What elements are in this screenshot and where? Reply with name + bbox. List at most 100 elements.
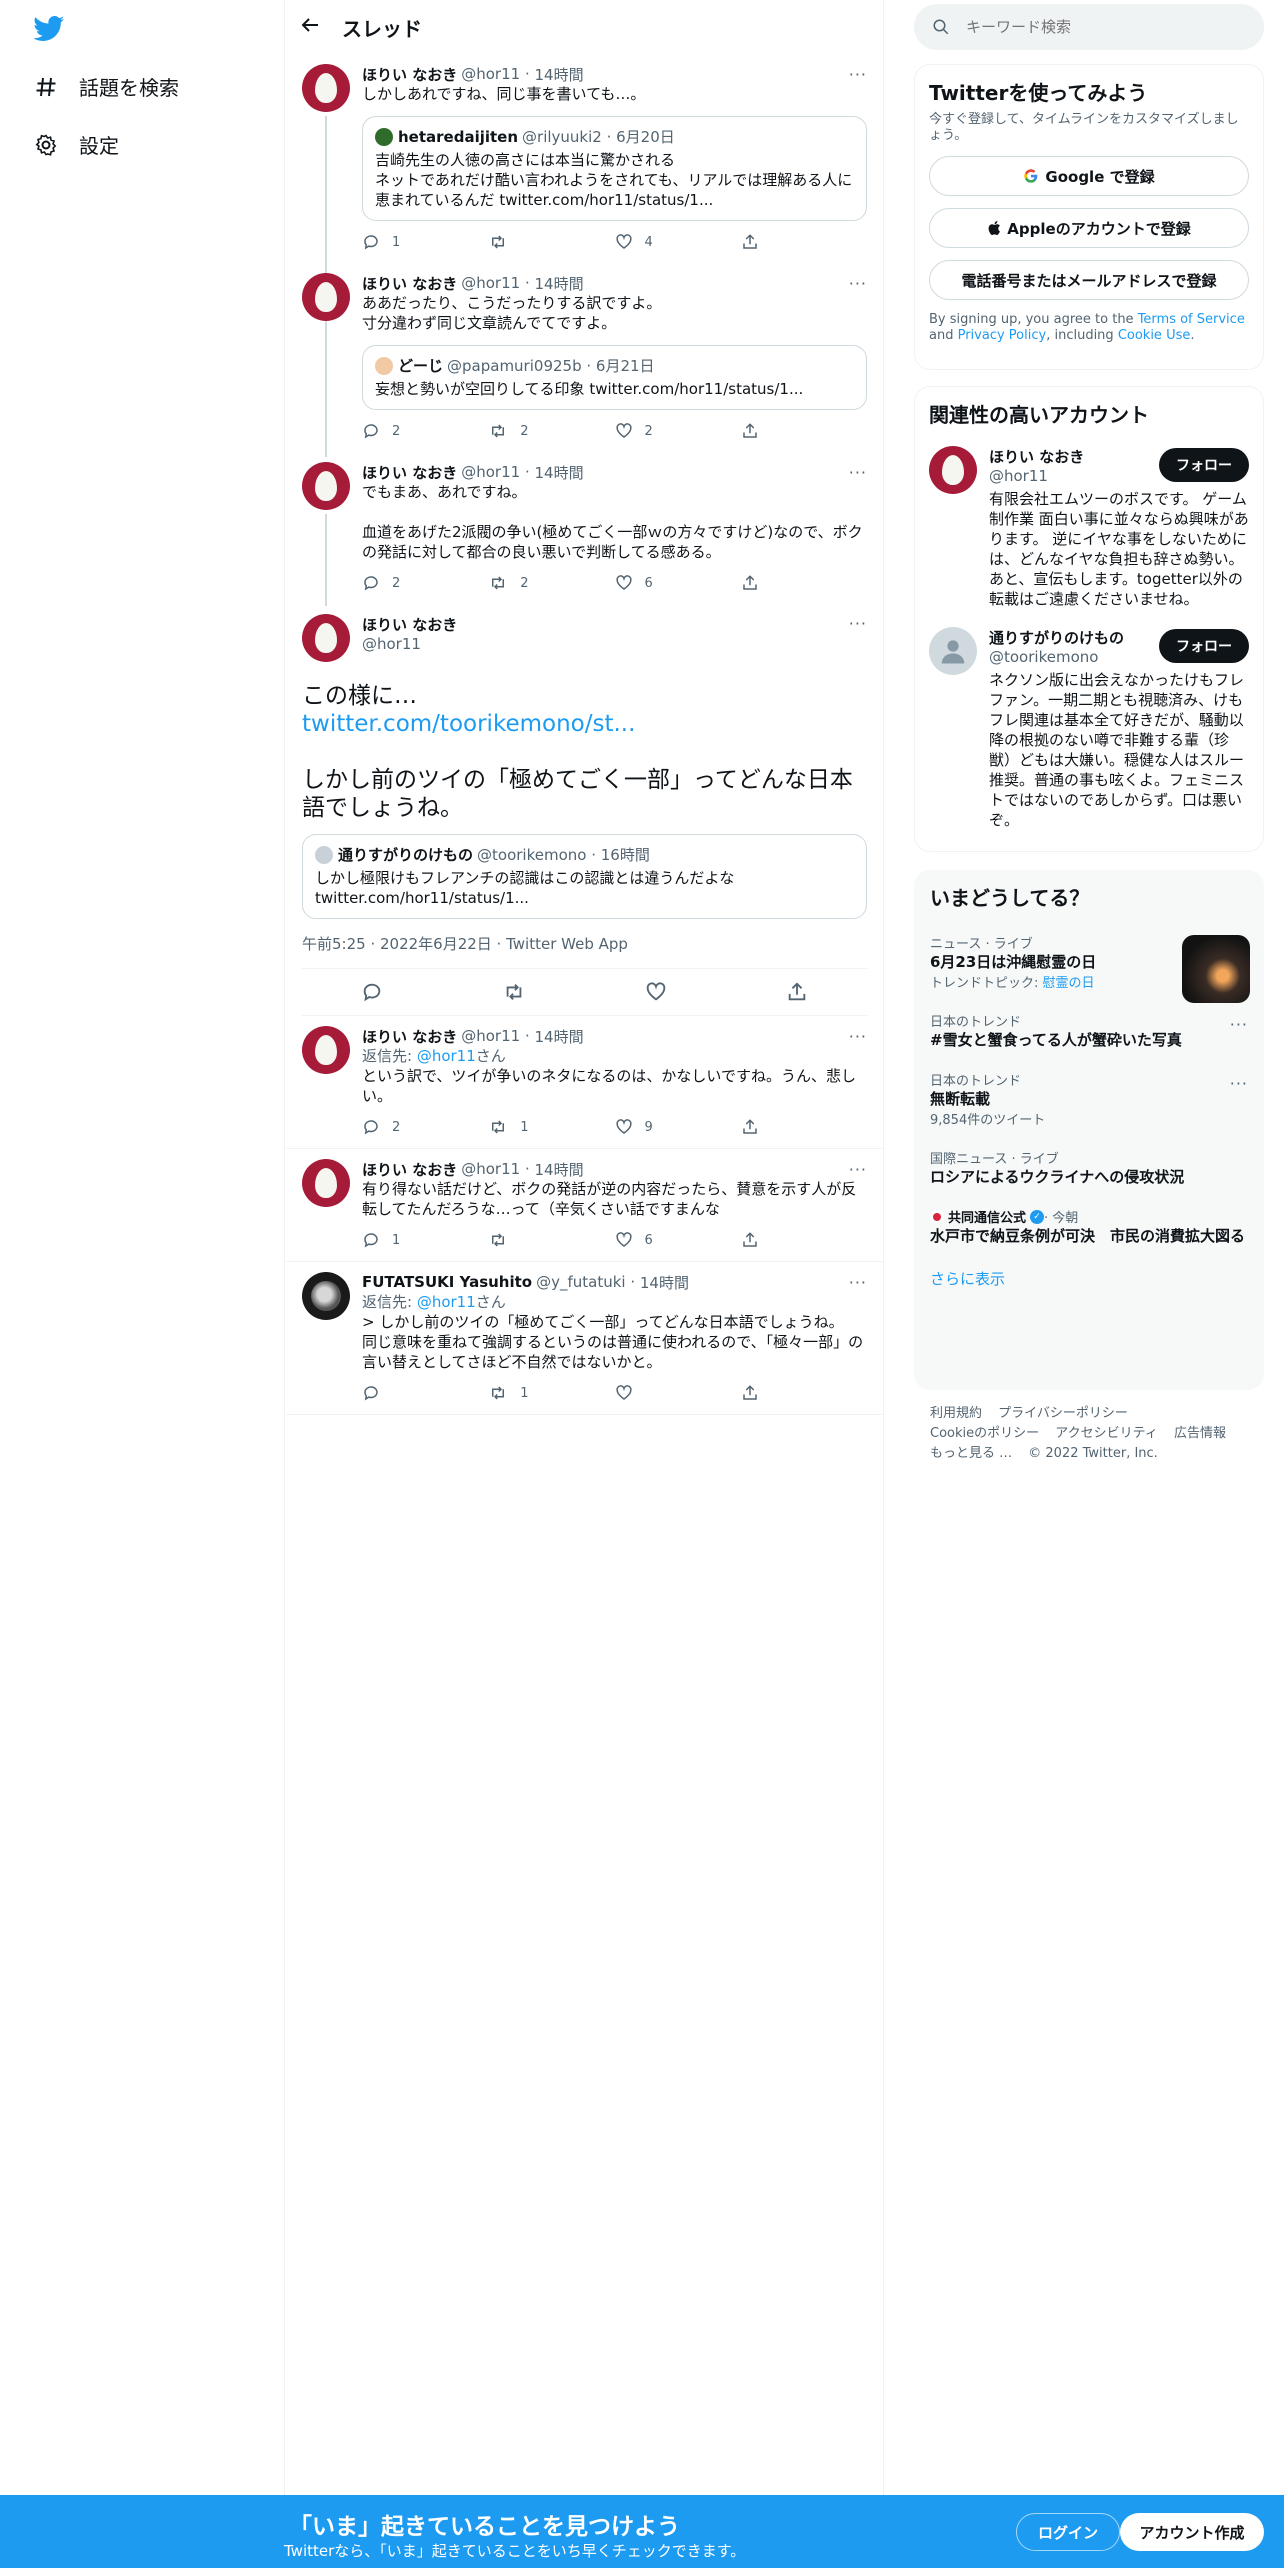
follow-button[interactable]: フォロー	[1159, 629, 1249, 663]
share-icon[interactable]	[786, 981, 808, 1003]
author-name[interactable]: ほりい なおき	[362, 1026, 457, 1047]
reply-button[interactable]: 1	[362, 233, 488, 251]
retweet-button[interactable]: 2	[488, 422, 614, 440]
tweet-timestamp[interactable]: 午前5:25 · 2022年6月22日 · Twitter Web App	[302, 933, 867, 954]
author-name[interactable]: ほりい なおき	[362, 64, 457, 85]
back-arrow-icon[interactable]	[286, 15, 342, 40]
heart-icon[interactable]	[645, 981, 667, 1003]
reply-tweet[interactable]: FUTATSUKI Yasuhito @y_futatuki · 14時間 ··…	[286, 1262, 883, 1415]
footer-link[interactable]: 利用規約	[930, 1406, 982, 1421]
reply-button[interactable]: 1	[362, 1231, 488, 1249]
avatar[interactable]	[302, 1026, 350, 1074]
more-icon[interactable]: ···	[849, 65, 867, 84]
more-icon[interactable]: ···	[1230, 1074, 1248, 1093]
search-input[interactable]	[966, 18, 1160, 36]
like-button[interactable]: 6	[615, 574, 741, 592]
related-account[interactable]: ほりい なおき @hor11 有限会社エムツーのボスです。 ゲーム制作業 面白い…	[929, 446, 1249, 609]
tweet-time[interactable]: 14時間	[535, 1159, 584, 1180]
search-box[interactable]	[914, 4, 1264, 50]
retweet-button[interactable]: 1	[488, 1118, 614, 1136]
tweet[interactable]: ほりい なおき @hor11 · 14時間 ··· しかしあれですね、同じ事を書…	[286, 54, 883, 326]
terms-link[interactable]: Terms of Service	[1138, 312, 1245, 327]
more-icon[interactable]: ···	[849, 274, 867, 293]
reply-tweet[interactable]: ほりい なおき @hor11 · 14時間 ··· 返信先: @hor11さん …	[286, 1016, 883, 1149]
footer-link[interactable]: アクセシビリティ	[1055, 1426, 1158, 1441]
cookie-link[interactable]: Cookie Use	[1118, 328, 1191, 343]
reply-to-handle[interactable]: @hor11	[417, 1047, 476, 1065]
retweet-icon[interactable]	[502, 981, 526, 1003]
avatar[interactable]	[929, 627, 977, 675]
avatar[interactable]	[302, 614, 350, 662]
reply-button[interactable]: 2	[362, 1118, 488, 1136]
author-handle[interactable]: @hor11	[461, 1160, 520, 1178]
retweet-button[interactable]: 1	[488, 1384, 614, 1402]
trend-item[interactable]: 共同通信公式 ✓ · 今朝 水戸市で納豆条例が可決 市民の消費拡大図る	[914, 1197, 1264, 1256]
login-button[interactable]: ログイン	[1016, 2513, 1120, 2551]
like-button[interactable]: 4	[615, 233, 741, 251]
share-button[interactable]	[741, 1231, 867, 1249]
author-handle[interactable]: @hor11	[362, 635, 457, 653]
twitter-logo-icon[interactable]	[33, 16, 65, 42]
author-handle[interactable]: @hor11	[461, 1027, 520, 1045]
reply-icon[interactable]	[361, 981, 383, 1003]
share-button[interactable]	[741, 574, 867, 592]
footer-link[interactable]: Cookieのポリシー	[930, 1426, 1039, 1441]
reply-button[interactable]	[362, 1384, 488, 1402]
tweet-time[interactable]: 14時間	[535, 462, 584, 483]
more-icon[interactable]: ···	[849, 1160, 867, 1179]
tweet-link[interactable]: twitter.com/toorikemono/st...	[302, 711, 635, 737]
reply-tweet[interactable]: ほりい なおき @hor11 · 14時間 ··· 有り得ない話だけど、ボクの発…	[286, 1149, 883, 1262]
trend-item[interactable]: 日本のトレンド #雪女と蟹食ってる人が蟹砕いた写真 ···	[914, 1001, 1264, 1060]
author-name[interactable]: ほりい なおき	[362, 462, 457, 483]
trend-item[interactable]: 国際ニュース · ライブ ロシアによるウクライナへの侵攻状況	[914, 1138, 1264, 1197]
quote-tweet[interactable]: どーじ @papamuri0925b · 6月21日 妄想と勢いが空回りしてる印…	[362, 345, 867, 410]
avatar[interactable]	[302, 1272, 350, 1320]
share-button[interactable]	[741, 1118, 867, 1136]
reply-button[interactable]: 2	[362, 422, 488, 440]
quote-tweet[interactable]: hetaredaijiten @rilyuuki2 · 6月20日 吉崎先生の人…	[362, 116, 867, 221]
like-button[interactable]: 6	[615, 1231, 741, 1249]
like-button[interactable]: 2	[615, 422, 741, 440]
phone-email-signup-button[interactable]: 電話番号またはメールアドレスで登録	[929, 260, 1249, 300]
create-account-button[interactable]: アカウント作成	[1120, 2513, 1264, 2551]
like-button[interactable]: 9	[615, 1118, 741, 1136]
follow-button[interactable]: フォロー	[1159, 448, 1249, 482]
trend-item[interactable]: ニュース · ライブ 6月23日は沖縄慰霊の日 トレンドトピック: 慰霊の日	[914, 923, 1264, 1003]
retweet-button[interactable]	[488, 1231, 614, 1249]
share-button[interactable]	[741, 1384, 867, 1402]
trend-topic-link[interactable]: 慰霊の日	[1043, 976, 1095, 991]
more-icon[interactable]: ···	[1230, 1015, 1248, 1034]
more-icon[interactable]: ···	[849, 614, 867, 633]
author-handle[interactable]: @hor11	[461, 463, 520, 481]
author-handle[interactable]: @hor11	[461, 65, 520, 83]
quote-tweet[interactable]: 通りすがりのけもの @toorikemono · 16時間 しかし極限けもフレア…	[302, 834, 867, 919]
author-name[interactable]: ほりい なおき	[362, 273, 457, 294]
show-more-link[interactable]: さらに表示	[914, 1256, 1264, 1301]
avatar[interactable]	[302, 64, 350, 112]
privacy-link[interactable]: Privacy Policy	[958, 328, 1047, 343]
tweet-time[interactable]: 14時間	[535, 64, 584, 85]
avatar[interactable]	[302, 1159, 350, 1207]
nav-explore[interactable]: 話題を検索	[33, 72, 179, 101]
google-signup-button[interactable]: Google で登録	[929, 156, 1249, 196]
tweet-time[interactable]: 14時間	[535, 273, 584, 294]
retweet-button[interactable]	[488, 233, 614, 251]
avatar[interactable]	[302, 273, 350, 321]
avatar[interactable]	[929, 446, 977, 494]
footer-link[interactable]: もっと見る …	[930, 1446, 1012, 1461]
reply-button[interactable]: 2	[362, 574, 488, 592]
footer-link[interactable]: プライバシーポリシー	[998, 1406, 1128, 1421]
share-button[interactable]	[741, 422, 867, 440]
tweet[interactable]: ほりい なおき @hor11 · 14時間 ··· でもまあ、あれですね。 血道…	[286, 444, 883, 604]
retweet-button[interactable]: 2	[488, 574, 614, 592]
avatar[interactable]	[302, 462, 350, 510]
tweet-time[interactable]: 14時間	[535, 1026, 584, 1047]
tweet-time[interactable]: 14時間	[640, 1272, 689, 1293]
more-icon[interactable]: ···	[849, 463, 867, 482]
author-name[interactable]: ほりい なおき	[362, 614, 457, 635]
tweet[interactable]: ほりい なおき @hor11 · 14時間 ··· ああだったり、こうだったりす…	[286, 255, 883, 457]
more-icon[interactable]: ···	[849, 1027, 867, 1046]
author-handle[interactable]: @y_futatuki	[536, 1273, 625, 1291]
reply-to-handle[interactable]: @hor11	[417, 1293, 476, 1311]
apple-signup-button[interactable]: Appleのアカウントで登録	[929, 208, 1249, 248]
